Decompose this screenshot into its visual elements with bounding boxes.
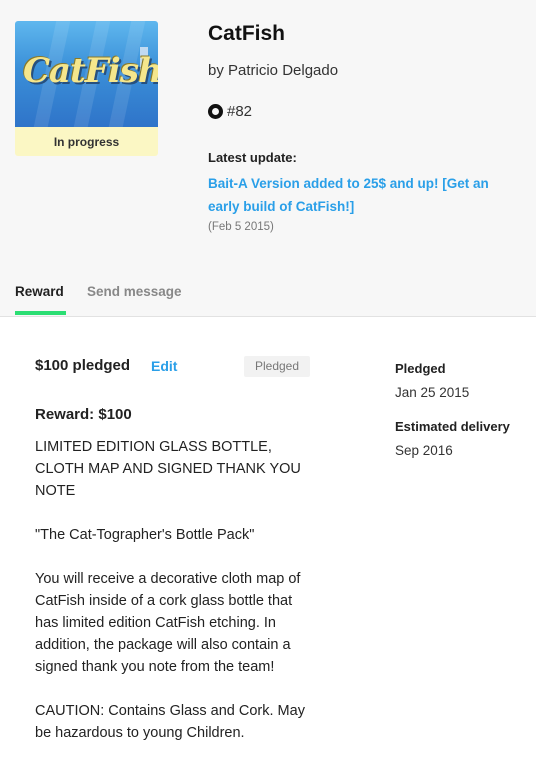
edit-pledge-link[interactable]: Edit <box>151 358 177 374</box>
pledged-date-label: Pledged <box>395 361 446 376</box>
pledged-status-pill: Pledged <box>244 356 310 377</box>
project-title[interactable]: CatFish <box>208 22 285 46</box>
latest-update-label: Latest update: <box>208 150 297 165</box>
reward-paragraph: You will receive a decorative cloth map … <box>35 571 301 675</box>
backer-number-text: #82 <box>227 103 253 120</box>
catfish-logo: CatFish <box>23 51 158 91</box>
pledged-amount: $100 pledged <box>35 357 131 374</box>
project-thumbnail[interactable]: CatFish In progress <box>15 21 158 156</box>
reward-description: LIMITED EDITION GLASS BOTTLE, CLOTH MAP … <box>35 436 310 766</box>
creator-name: by Patricio Delgado <box>208 62 339 79</box>
reward-paragraph: CAUTION: Contains Glass and Cork. May be… <box>35 703 305 741</box>
pledged-date: Jan 25 2015 <box>395 385 470 400</box>
status-badge: In progress <box>15 127 158 156</box>
latest-update-link[interactable]: Bait-A Version added to 25$ and up! [Get… <box>208 172 508 218</box>
backer-number: #82 <box>208 103 252 120</box>
tab-send-message[interactable]: Send message <box>87 284 182 299</box>
delivery-date: Sep 2016 <box>395 443 453 458</box>
reward-paragraph: "The Cat-Tographer's Bottle Pack" <box>35 527 255 543</box>
reward-title: Reward: $100 <box>35 406 132 423</box>
project-header: CatFish In progress CatFish by Patricio … <box>0 0 536 317</box>
project-image[interactable]: CatFish <box>15 21 158 127</box>
tab-reward[interactable]: Reward <box>15 284 64 299</box>
active-tab-indicator <box>15 311 66 315</box>
reward-paragraph: LIMITED EDITION GLASS BOTTLE, CLOTH MAP … <box>35 439 301 499</box>
delivery-label: Estimated delivery <box>395 419 510 434</box>
backer-badge-icon <box>208 104 223 119</box>
latest-update-date: (Feb 5 2015) <box>208 221 274 233</box>
